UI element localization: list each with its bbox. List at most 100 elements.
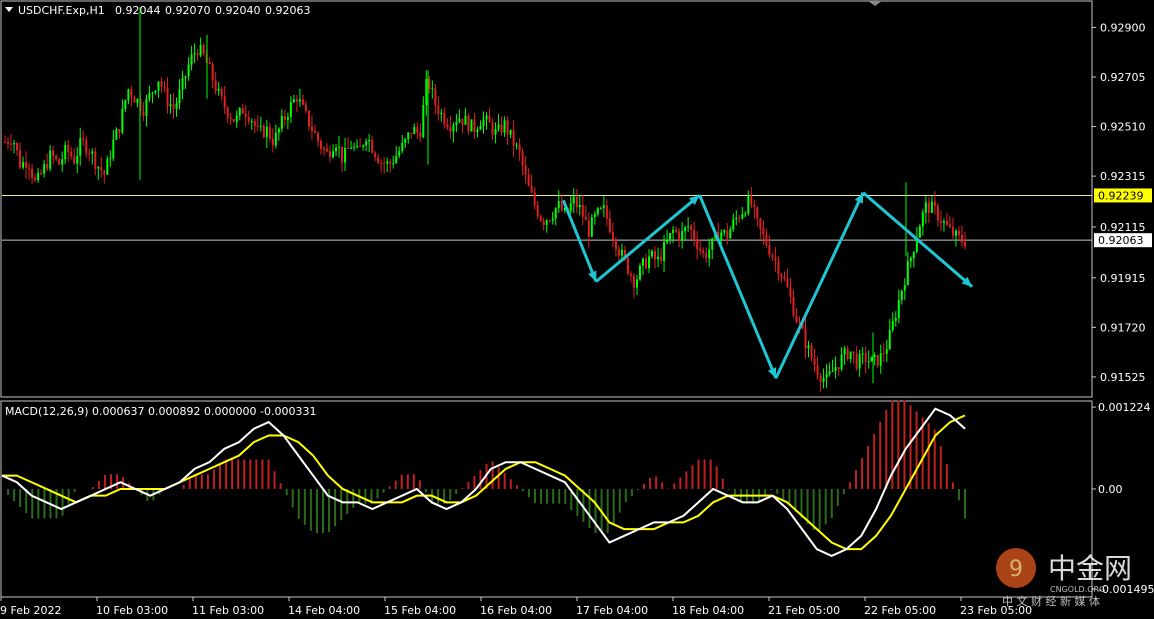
candle-body <box>253 121 256 126</box>
candle-body <box>344 147 347 163</box>
candle-body <box>648 256 651 269</box>
candle-body <box>825 373 828 378</box>
candle-body <box>214 80 217 92</box>
candle-body <box>506 120 509 135</box>
candle-body <box>145 98 148 116</box>
candle-body <box>747 195 750 214</box>
candle-body <box>584 216 587 221</box>
price-tick-label: 0.91915 <box>1100 272 1146 285</box>
candle-body <box>617 249 620 256</box>
candle-body <box>452 124 455 132</box>
candle-body <box>632 275 635 288</box>
candle-body <box>807 345 810 349</box>
candle-body <box>964 241 966 247</box>
time-tick-label: 11 Feb 03:00 <box>192 604 264 617</box>
candle-body <box>130 89 133 98</box>
candle-body <box>13 142 16 145</box>
candle-body <box>687 226 690 228</box>
candle-body <box>918 226 921 238</box>
candle-body <box>73 156 76 164</box>
candle-body <box>259 125 262 127</box>
candle-body <box>359 146 362 148</box>
candle-body <box>693 229 696 241</box>
candle-body <box>491 122 494 135</box>
candle-body <box>867 361 870 363</box>
candle-body <box>756 207 759 219</box>
price-tick-label: 0.91720 <box>1100 321 1146 334</box>
candle-body <box>870 356 873 362</box>
candle-body <box>699 248 702 251</box>
candle-body <box>789 287 792 297</box>
candle-body <box>557 201 560 209</box>
candle-body <box>37 172 40 181</box>
trend-arrows <box>561 191 974 379</box>
candle-body <box>455 122 458 125</box>
price-tick-label: 0.92315 <box>1100 170 1146 183</box>
candle-body <box>172 104 175 109</box>
candle-body <box>142 110 145 116</box>
candle-body <box>256 125 259 127</box>
candle-body <box>879 353 882 366</box>
candle-body <box>590 217 593 237</box>
trend-arrow-segment[interactable] <box>595 194 701 283</box>
candle-body <box>702 250 705 253</box>
ohlc-open: 0.92044 <box>115 4 161 17</box>
time-tick-label: 10 Feb 03:00 <box>96 604 168 617</box>
candle-body <box>347 147 350 149</box>
candle-body <box>954 230 957 236</box>
candle-body <box>840 354 843 370</box>
candle-body <box>726 230 729 239</box>
candle-body <box>822 377 825 382</box>
candle-body <box>524 165 527 175</box>
candle-body <box>948 224 951 227</box>
candle-body <box>136 99 139 103</box>
trend-arrow-segment[interactable] <box>774 192 865 379</box>
candle-body <box>518 144 521 152</box>
candle-body <box>220 88 223 97</box>
candle-body <box>593 214 596 218</box>
macd-lines <box>1 407 966 557</box>
candle-body <box>509 129 512 135</box>
candle-body <box>945 221 948 225</box>
candle-body <box>58 158 61 165</box>
time-tick-label: 9 Feb 2022 <box>0 604 61 617</box>
candle-body <box>365 141 368 146</box>
candle-body <box>55 155 58 159</box>
candle-body <box>211 64 214 81</box>
menu-triangle-icon[interactable] <box>5 7 13 12</box>
chart-shift-marker-icon[interactable] <box>868 1 882 6</box>
time-tick-label: 15 Feb 04:00 <box>384 604 456 617</box>
candle-body <box>690 226 693 230</box>
trend-arrow-segment[interactable] <box>698 194 778 379</box>
candle-body <box>467 115 470 132</box>
candle-body <box>380 162 383 164</box>
candle-body <box>64 144 67 160</box>
candle-body <box>657 256 660 260</box>
chart-canvas: USDCHF.Exp,H1 0.92044 0.92070 0.92040 0.… <box>0 0 1154 617</box>
candle-body <box>443 112 446 125</box>
candle-body <box>783 277 786 280</box>
candle-body <box>341 146 344 163</box>
candle-body <box>371 139 374 153</box>
candle-body <box>413 127 416 134</box>
macd-tick-label: 0.00 <box>1098 483 1123 496</box>
candle-body <box>651 251 654 257</box>
symbol-label: USDCHF.Exp,H1 <box>18 4 105 17</box>
candle-body <box>440 112 443 115</box>
candle-body <box>112 139 115 159</box>
candle-body <box>326 148 329 152</box>
candle-body <box>461 118 464 125</box>
candle-body <box>530 185 533 193</box>
candle-body <box>247 117 250 122</box>
candle-body <box>759 218 762 229</box>
candle-body <box>286 117 289 120</box>
candle-body <box>939 220 942 223</box>
candle-body <box>449 127 452 132</box>
candle-body <box>804 328 807 349</box>
candle-body <box>485 115 488 120</box>
candle-body <box>527 174 530 186</box>
candle-body <box>873 355 876 357</box>
candle-body <box>34 177 37 181</box>
candle-body <box>464 115 467 125</box>
candle-body <box>638 265 641 280</box>
